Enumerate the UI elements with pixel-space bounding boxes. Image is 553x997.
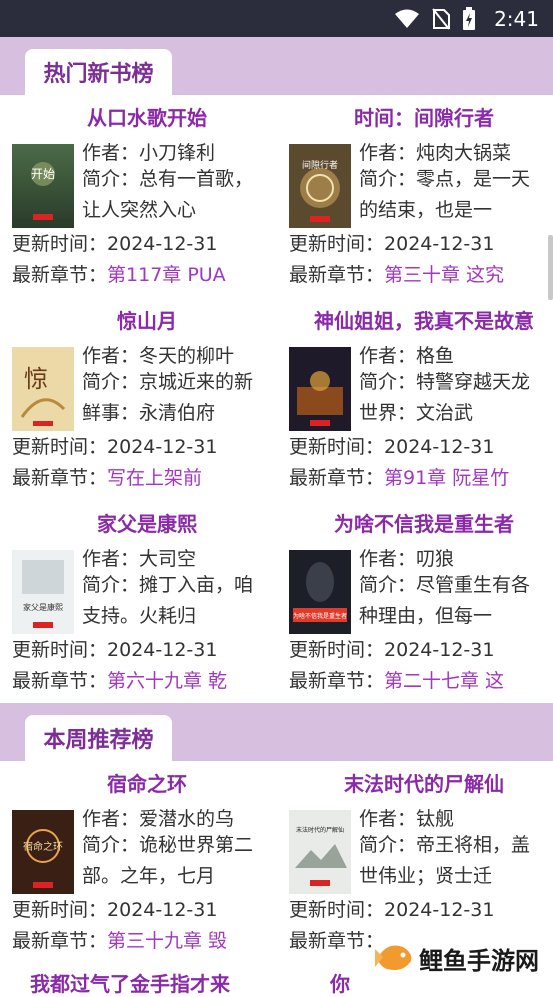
latest-chapter-link[interactable]: 第91章 阮星竹 xyxy=(384,467,509,489)
cover-text: 开始 xyxy=(31,167,55,181)
status-bar: 2:41 xyxy=(0,0,553,37)
section-header-hot: 热门新书榜 xyxy=(0,37,553,95)
book-card[interactable]: 为啥不信我是重生者 为啥不信我是重生者 作者：叨狼 简介：尽管重生有各种理由，但… xyxy=(289,508,553,708)
book-card[interactable]: 从口水歌开始 开始 作者：小刀锋利 简介：总有一首歌，让人突然入心 更新时间：2… xyxy=(12,102,282,302)
latest-chapter-row: 最新章节：第二十七章 这 xyxy=(289,670,505,692)
book-title[interactable]: 末法时代的尸解仙 xyxy=(289,768,553,797)
updated-row: 更新时间：2024-12-31 xyxy=(289,899,495,921)
cover-text: 末法时代的尸解仙 xyxy=(296,826,344,834)
book-title[interactable]: 为啥不信我是重生者 xyxy=(289,508,553,537)
cover-text: 间隙行者 xyxy=(302,159,338,171)
book-card[interactable]: 时间：间隙行者 间隙行者 作者：炖肉大锅菜 简介：零点，是一天的结束，也是一 更… xyxy=(289,102,553,302)
intro-text: 简介：帝王将相，盖世伟业；贤士迁 xyxy=(359,834,531,887)
book-title[interactable]: 家父是康熙 xyxy=(12,508,282,537)
book-title[interactable]: 神仙姐姐，我真不是故意 xyxy=(289,305,553,334)
updated-row: 更新时间：2024-12-31 xyxy=(12,436,218,458)
no-sim-icon xyxy=(432,7,451,30)
updated-row: 更新时间：2024-12-31 xyxy=(12,899,218,921)
watermark-text: 鲤鱼手游网 xyxy=(419,946,539,975)
book-title[interactable]: 从口水歌开始 xyxy=(12,102,282,131)
battery-charging-icon xyxy=(463,6,476,30)
book-cover[interactable]: 间隙行者 xyxy=(289,144,351,228)
intro-text: 简介：特警穿越天龙世界：文治武 xyxy=(359,371,531,424)
updated-row: 更新时间：2024-12-31 xyxy=(289,233,495,255)
watermark: 鲤鱼手游网 xyxy=(373,938,539,978)
book-card[interactable]: 神仙姐姐，我真不是故意 作者：格鱼 简介：特警穿越天龙世界：文治武 更新时间：2… xyxy=(289,305,553,505)
book-cover[interactable] xyxy=(289,347,351,431)
book-cover[interactable]: 开始 xyxy=(12,144,74,228)
tab-hot-new-books[interactable]: 热门新书榜 xyxy=(25,49,172,95)
latest-chapter-row: 最新章节：第三十章 这究 xyxy=(289,264,505,286)
book-cover[interactable]: 末法时代的尸解仙 xyxy=(289,810,351,894)
latest-chapter-row: 最新章节：第六十九章 乾 xyxy=(12,670,228,692)
book-cover[interactable]: 为啥不信我是重生者 xyxy=(289,550,351,634)
latest-chapter-link[interactable]: 第三十九章 毁 xyxy=(107,930,227,952)
book-title[interactable]: 惊山月 xyxy=(12,305,282,334)
book-cover[interactable]: 惊 xyxy=(12,347,74,431)
updated-row: 更新时间：2024-12-31 xyxy=(289,639,495,661)
wifi-icon xyxy=(395,9,420,28)
cover-text: 惊 xyxy=(24,365,48,393)
latest-chapter-link[interactable]: 第117章 PUA xyxy=(107,264,226,286)
intro-text: 简介：诡秘世界第二部。之年，七月 xyxy=(82,834,254,887)
latest-chapter-row: 最新章节：第117章 PUA xyxy=(12,264,226,286)
book-title[interactable]: 时间：间隙行者 xyxy=(289,102,553,131)
cover-text: 家父是康熙 xyxy=(23,602,63,612)
section-header-weekly: 本周推荐榜 xyxy=(0,703,553,761)
latest-chapter-row: 最新章节：写在上架前 xyxy=(12,467,203,489)
book-cover[interactable]: 家父是康熙 xyxy=(12,550,74,634)
latest-chapter-link[interactable]: 第六十九章 乾 xyxy=(107,670,227,692)
latest-chapter-link[interactable]: 第三十章 这究 xyxy=(384,264,504,286)
updated-row: 更新时间：2024-12-31 xyxy=(289,436,495,458)
latest-chapter-row: 最新章节：第91章 阮星竹 xyxy=(289,467,510,489)
cover-text: 宿命之环 xyxy=(23,840,63,853)
updated-row: 更新时间：2024-12-31 xyxy=(12,233,218,255)
status-time: 2:41 xyxy=(494,6,539,31)
intro-text: 简介：零点，是一天的结束，也是一 xyxy=(359,168,531,221)
book-card[interactable]: 宿命之环 宿命之环 作者：爱潜水的乌 简介：诡秘世界第二部。之年，七月 更新时间… xyxy=(12,768,282,968)
scrollbar-thumb[interactable] xyxy=(548,235,553,300)
book-card[interactable]: 惊山月 惊 作者：冬天的柳叶 简介：京城近来的新鲜事：永清伯府 更新时间：202… xyxy=(12,305,282,505)
book-card[interactable]: 家父是康熙 家父是康熙 作者：大司空 简介：摊丁入亩，咱支持。火耗归 更新时间：… xyxy=(12,508,282,708)
latest-chapter-link[interactable]: 第二十七章 这 xyxy=(384,670,504,692)
cover-text: 为啥不信我是重生者 xyxy=(293,612,347,620)
latest-chapter-row: 最新章节：第三十九章 毁 xyxy=(12,930,228,952)
book-title[interactable]: 宿命之环 xyxy=(12,768,282,797)
intro-text: 简介：京城近来的新鲜事：永清伯府 xyxy=(82,371,254,424)
book-cover[interactable]: 宿命之环 xyxy=(12,810,74,894)
updated-row: 更新时间：2024-12-31 xyxy=(12,639,218,661)
intro-text: 简介：尽管重生有各种理由，但每一 xyxy=(359,574,531,627)
intro-text: 简介：总有一首歌，让人突然入心 xyxy=(82,168,254,221)
fish-logo-icon xyxy=(375,945,412,970)
latest-chapter-link[interactable]: 写在上架前 xyxy=(107,467,202,489)
intro-text: 简介：摊丁入亩，咱支持。火耗归 xyxy=(82,574,254,627)
tab-weekly-recommend[interactable]: 本周推荐榜 xyxy=(25,715,172,761)
